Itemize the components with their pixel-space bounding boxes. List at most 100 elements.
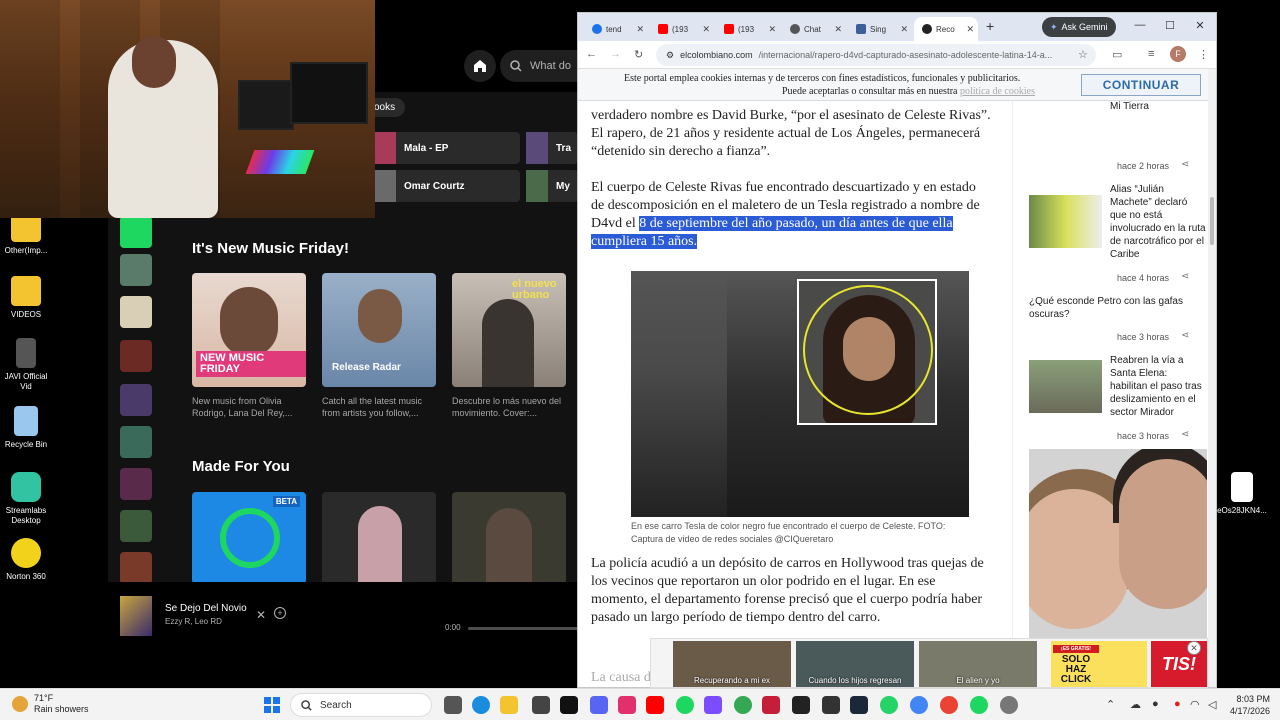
app-icon[interactable] bbox=[532, 696, 550, 714]
tab-active-elcolombiano[interactable]: Reco ✕ bbox=[914, 17, 978, 41]
playlist-card-release-radar[interactable]: Release Radar Catch all the latest music… bbox=[322, 273, 436, 419]
news-headline[interactable]: Alias “Julián Machete” declaró que no es… bbox=[1110, 183, 1206, 261]
quick-pick-my[interactable]: My bbox=[526, 170, 578, 202]
app-tray-icon[interactable]: ● bbox=[1152, 698, 1159, 710]
scrollbar-thumb[interactable] bbox=[1210, 197, 1214, 245]
news-thumbnail[interactable] bbox=[1029, 360, 1102, 413]
quick-pick-mala-ep[interactable]: Mala - EP bbox=[374, 132, 520, 164]
back-button[interactable]: ← bbox=[586, 48, 597, 60]
library-item[interactable] bbox=[120, 426, 152, 458]
library-item[interactable] bbox=[120, 510, 152, 542]
library-item[interactable] bbox=[120, 296, 152, 328]
chrome-menu-icon[interactable]: ⋮ bbox=[1198, 48, 1209, 61]
microphone-icon[interactable]: ● bbox=[1174, 698, 1181, 710]
cookie-policy-link[interactable]: política de cookies bbox=[960, 86, 1035, 97]
steam-icon[interactable] bbox=[850, 696, 868, 714]
share-icon[interactable]: ⋖ bbox=[1181, 429, 1189, 440]
now-playing-track[interactable]: Se Dejo Del Novio bbox=[165, 603, 247, 614]
system-clock[interactable]: 8:03 PM 4/17/2026 bbox=[1226, 693, 1270, 717]
tab-google[interactable]: tend ✕ bbox=[584, 17, 648, 41]
liked-songs-item[interactable] bbox=[120, 216, 152, 248]
volume-icon[interactable]: ◁ bbox=[1208, 698, 1216, 711]
library-item[interactable] bbox=[120, 468, 152, 500]
taskbar-search[interactable]: Search bbox=[290, 693, 432, 717]
reload-button[interactable]: ↻ bbox=[634, 48, 643, 61]
address-bar[interactable]: ⚙ elcolombiano.com/internacional/rapero-… bbox=[656, 44, 1096, 66]
ad-promo[interactable]: ¡ES GRATIS! SOLO HAZ CLICK bbox=[1051, 641, 1147, 687]
close-tab-icon[interactable]: ✕ bbox=[636, 24, 644, 35]
desktop-icon-videos[interactable]: VIDEOS bbox=[0, 276, 52, 320]
instagram-icon[interactable] bbox=[618, 696, 636, 714]
ask-gemini-button[interactable]: ✦ Ask Gemini bbox=[1042, 17, 1116, 37]
desktop-icon-image-file[interactable]: eOs28JKN4... bbox=[1216, 472, 1268, 516]
library-item[interactable] bbox=[120, 384, 152, 416]
tray-overflow-icon[interactable]: ⌃ bbox=[1106, 698, 1115, 711]
share-icon[interactable]: ⋖ bbox=[1181, 271, 1189, 282]
share-icon[interactable]: ⋖ bbox=[1181, 330, 1189, 341]
news-thumbnail[interactable] bbox=[1029, 195, 1102, 248]
forward-button[interactable]: → bbox=[610, 48, 621, 60]
tab-search-icon[interactable]: ≡ bbox=[1148, 48, 1154, 60]
news-headline[interactable]: Reabren la vía a Santa Elena: habilitan … bbox=[1110, 354, 1206, 419]
sticky-video-ad[interactable]: Recuperando a mi ex Cuando los hijos reg… bbox=[650, 638, 1208, 688]
whatsapp-icon[interactable] bbox=[880, 696, 898, 714]
playback-progress[interactable] bbox=[468, 627, 578, 630]
desktop-icon-recycle-bin[interactable]: Recycle Bin bbox=[0, 406, 52, 450]
cookie-continue-button[interactable]: CONTINUAR bbox=[1081, 74, 1201, 96]
spotify-search-input[interactable]: What do bbox=[500, 50, 578, 82]
news-headline[interactable]: ¿Qué esconde Petro con las gafas oscuras… bbox=[1029, 295, 1209, 321]
wifi-icon[interactable]: ◠ bbox=[1190, 698, 1200, 711]
section-title-new-music-friday[interactable]: It's New Music Friday! bbox=[192, 240, 349, 257]
close-icon[interactable]: ✕ bbox=[256, 608, 266, 622]
tab-sing[interactable]: Sing ✕ bbox=[848, 17, 912, 41]
close-ad-icon[interactable]: ✕ bbox=[1187, 641, 1201, 655]
desktop-icon-streamlabs[interactable]: Streamlabs Desktop bbox=[0, 472, 52, 526]
playlist-card-new-music-friday[interactable]: NEW MUSIC FRIDAY New music from Olivia R… bbox=[192, 273, 306, 419]
edge-icon[interactable] bbox=[472, 696, 490, 714]
desktop-icon-norton[interactable]: Norton 360 bbox=[0, 538, 52, 582]
site-info-icon[interactable]: ⚙ bbox=[666, 50, 674, 61]
now-playing-artist[interactable]: Ezzy R, Leo RD bbox=[165, 617, 222, 626]
tiktok-icon[interactable] bbox=[560, 696, 578, 714]
start-button[interactable] bbox=[264, 697, 280, 713]
ad-clip[interactable]: Recuperando a mi ex bbox=[673, 641, 791, 687]
spotify-icon[interactable] bbox=[676, 696, 694, 714]
chrome-icon[interactable] bbox=[734, 696, 752, 714]
close-tab-icon[interactable]: ✕ bbox=[834, 24, 842, 35]
tab-youtube-1[interactable]: (193 ✕ bbox=[650, 17, 714, 41]
close-tab-icon[interactable]: ✕ bbox=[768, 24, 776, 35]
discord-icon[interactable] bbox=[590, 696, 608, 714]
call-of-duty-icon[interactable] bbox=[792, 696, 810, 714]
minimize-button[interactable]: — bbox=[1130, 19, 1150, 31]
article-photo[interactable] bbox=[631, 271, 969, 517]
desktop-icon-other-imp[interactable]: Other(Imp... bbox=[0, 212, 52, 256]
tab-youtube-2[interactable]: (193 ✕ bbox=[716, 17, 780, 41]
playlist-card-made-for-you-2[interactable] bbox=[322, 492, 436, 584]
profile-avatar[interactable]: F bbox=[1170, 46, 1186, 62]
ad-clip[interactable]: Cuando los hijos regresan bbox=[796, 641, 914, 687]
home-button[interactable] bbox=[464, 50, 496, 82]
cast-icon[interactable]: ▭ bbox=[1112, 48, 1122, 61]
tab-chatgpt[interactable]: Chat ✕ bbox=[782, 17, 846, 41]
close-tab-icon[interactable]: ✕ bbox=[702, 24, 710, 35]
library-item[interactable] bbox=[120, 340, 152, 372]
settings-icon[interactable] bbox=[1000, 696, 1018, 714]
file-explorer-icon[interactable] bbox=[500, 696, 518, 714]
onedrive-icon[interactable]: ☁ bbox=[1130, 698, 1141, 711]
share-icon[interactable]: ⋖ bbox=[1181, 159, 1189, 170]
quick-pick-tra[interactable]: Tra bbox=[526, 132, 578, 164]
task-view-icon[interactable] bbox=[444, 696, 462, 714]
library-item[interactable] bbox=[120, 552, 152, 584]
app-grid-icon[interactable] bbox=[704, 696, 722, 714]
chrome-active-icon[interactable] bbox=[940, 696, 958, 714]
weather-widget[interactable]: 71°F Rain showers bbox=[12, 693, 89, 715]
quick-pick-omar-courtz[interactable]: Omar Courtz bbox=[374, 170, 520, 202]
now-playing-art[interactable] bbox=[120, 596, 152, 636]
page-scrollbar[interactable] bbox=[1208, 69, 1216, 687]
adobe-icon[interactable] bbox=[762, 696, 780, 714]
maximize-button[interactable]: ☐ bbox=[1160, 19, 1180, 32]
desktop-icon-javi-video[interactable]: JAVI Official Vid bbox=[0, 338, 52, 392]
youtube-icon[interactable] bbox=[646, 696, 664, 714]
playlist-card-made-for-you-3[interactable] bbox=[452, 492, 566, 584]
close-tab-icon[interactable]: ✕ bbox=[966, 24, 974, 35]
